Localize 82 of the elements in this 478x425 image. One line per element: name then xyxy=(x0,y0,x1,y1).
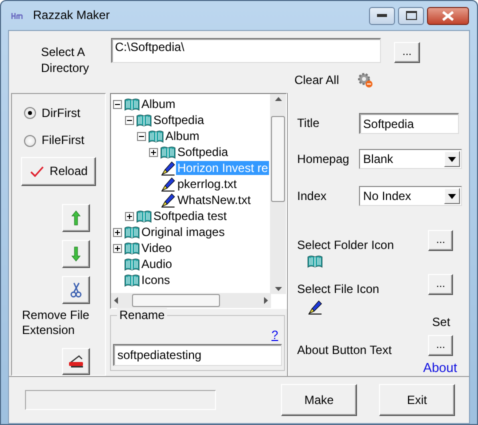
index-dropdown[interactable]: No Index xyxy=(359,186,462,206)
radio-option[interactable]: FileFirst xyxy=(24,133,94,148)
field-label: Title xyxy=(297,116,320,131)
browse-button[interactable]: ... xyxy=(428,274,454,296)
pen-icon xyxy=(160,176,176,192)
reload-button[interactable]: Reload xyxy=(21,156,96,186)
tree-item[interactable]: pkerrlog.txt xyxy=(176,177,238,191)
window-title: Razzak Maker xyxy=(33,8,110,23)
close-icon xyxy=(442,10,454,20)
tree-item[interactable]: Softpedia xyxy=(176,145,230,159)
minimize-icon xyxy=(377,14,387,18)
gear-icon[interactable] xyxy=(357,72,373,88)
expand-toggle[interactable] xyxy=(125,212,134,220)
move-down-button[interactable] xyxy=(62,240,90,268)
collapse-toggle[interactable] xyxy=(113,100,122,108)
field-label: Homepag xyxy=(297,152,350,166)
field-label: Select File Icon xyxy=(297,281,380,297)
tree-item[interactable]: Icons xyxy=(140,273,172,287)
book-icon xyxy=(124,274,140,286)
dropdown-arrow-icon[interactable] xyxy=(448,156,456,162)
expand-toggle[interactable] xyxy=(113,244,122,252)
clear-all-label: Clear All xyxy=(294,72,339,88)
radio-option[interactable]: DirFirst xyxy=(24,106,94,120)
field-label: Select Folder Icon xyxy=(297,237,395,252)
book-icon xyxy=(124,98,140,110)
book-icon xyxy=(160,146,176,158)
tree-item[interactable]: Album xyxy=(164,129,200,143)
collapse-toggle[interactable] xyxy=(125,116,134,124)
checkmark-icon xyxy=(30,166,44,177)
maximize-button[interactable] xyxy=(398,6,424,24)
up-arrow-icon xyxy=(71,210,82,226)
book-icon xyxy=(148,130,164,142)
scissors-icon xyxy=(70,282,82,298)
book-icon xyxy=(136,210,152,222)
close-button[interactable] xyxy=(427,6,469,24)
scissors-button[interactable] xyxy=(62,276,90,304)
tree-item[interactable]: Video xyxy=(140,241,173,255)
tree-item[interactable]: Audio xyxy=(140,257,174,271)
rename-field[interactable]: softpediatesting xyxy=(113,344,282,366)
maximize-icon xyxy=(406,11,416,20)
about-link[interactable]: About xyxy=(423,360,469,376)
remove-extension-label: Remove File Extension xyxy=(21,308,90,338)
pen-icon xyxy=(160,160,176,176)
move-up-button[interactable] xyxy=(62,204,90,232)
tree-item[interactable]: Softpedia test xyxy=(152,209,228,223)
browse-button[interactable]: ... xyxy=(394,42,420,63)
help-link[interactable]: ? xyxy=(271,328,278,342)
directory-field[interactable]: C:\Softpedia\ xyxy=(111,38,381,63)
tree-item[interactable]: WhatsNew.txt xyxy=(176,193,252,207)
book-icon xyxy=(307,255,324,268)
browse-button[interactable]: ... xyxy=(428,230,454,251)
book-icon xyxy=(124,226,140,238)
app-icon xyxy=(11,12,25,20)
eraser-icon xyxy=(67,354,86,368)
tree-item[interactable]: Original images xyxy=(140,225,226,239)
remove-extension-button[interactable] xyxy=(62,348,90,375)
down-arrow-icon xyxy=(71,246,82,262)
dropdown-arrow-icon[interactable] xyxy=(448,194,456,198)
directory-label: Select A Directory xyxy=(40,44,90,77)
pen-icon xyxy=(307,300,324,315)
tree-item[interactable]: Softpedia xyxy=(152,113,206,127)
make-button[interactable]: Make xyxy=(281,384,357,416)
expand-toggle[interactable] xyxy=(113,228,122,236)
book-icon xyxy=(136,114,152,126)
homepage-dropdown[interactable]: Blank xyxy=(359,149,462,169)
field-label: Index xyxy=(297,188,328,204)
folder-tree[interactable]: Album Softpedia Album Softpedia Horizon Invest re pkerrlog.txt WhatsNew.txt Softpedia test Original images Video Audio Icons xyxy=(110,93,288,309)
pen-icon xyxy=(160,192,176,208)
title-field[interactable]: Softpedia xyxy=(359,113,460,134)
rename-legend: Rename xyxy=(117,308,167,322)
collapse-toggle[interactable] xyxy=(137,132,146,140)
minimize-button[interactable] xyxy=(369,6,395,24)
field-label: About Button Text xyxy=(297,342,393,358)
expand-toggle[interactable] xyxy=(149,148,158,156)
set-label: Set xyxy=(432,314,452,330)
book-icon xyxy=(124,242,140,254)
tree-item[interactable]: Album xyxy=(140,97,176,111)
browse-button[interactable]: ... xyxy=(428,335,454,356)
horizontal-scrollbar[interactable] xyxy=(111,293,272,308)
exit-button[interactable]: Exit xyxy=(379,384,455,416)
book-icon xyxy=(124,258,140,270)
vertical-scrollbar[interactable] xyxy=(270,94,286,294)
